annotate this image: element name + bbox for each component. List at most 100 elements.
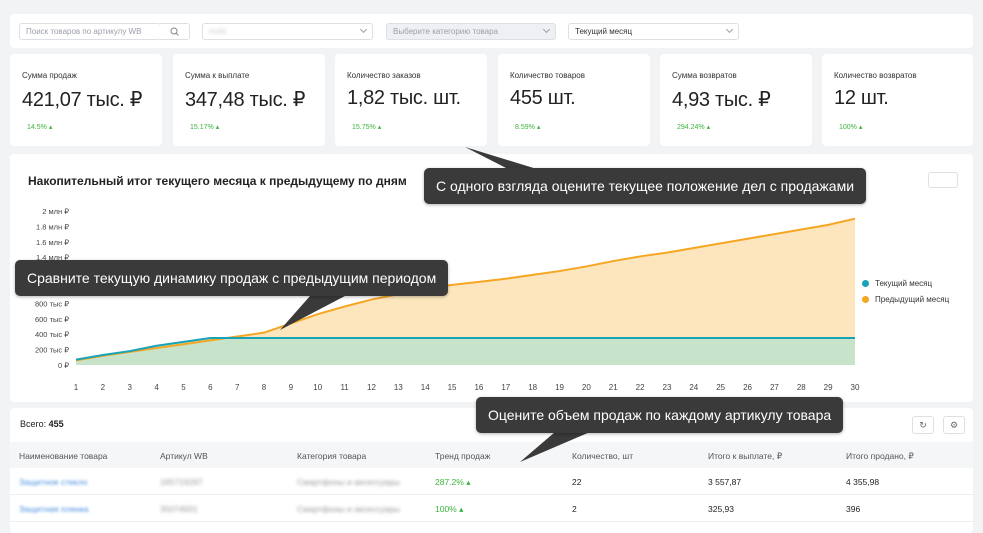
period-select-value: Текущий месяц <box>575 27 633 36</box>
kpi-change: 8.59% ▴ <box>515 124 541 131</box>
sold-cell: 4 355,98 <box>846 477 880 487</box>
arrow-up-icon: ▴ <box>858 124 863 131</box>
x-tick-label: 25 <box>716 383 725 392</box>
chevron-down-icon <box>725 25 734 34</box>
table-row[interactable]: Защитное стекло 165719297 Смартфоны и ак… <box>10 468 973 495</box>
table-header: Наименование товара Артикул WB Категория… <box>10 442 973 468</box>
category-placeholder: Выберите категорию товара <box>393 27 499 36</box>
sold-cell: 396 <box>846 504 861 514</box>
x-tick-label: 20 <box>582 383 591 392</box>
payout-cell: 3 557,87 <box>708 477 742 487</box>
x-tick-label: 21 <box>609 383 618 392</box>
y-tick-label: 0 ₽ <box>58 361 69 370</box>
arrow-up-icon: ▴ <box>215 124 220 131</box>
search-input[interactable]: Поиск товаров по артикулу WB <box>19 23 161 40</box>
x-tick-label: 10 <box>313 383 322 392</box>
kpi-label: Сумма продаж <box>22 71 77 80</box>
kpi-card-payout: Сумма к выплате 347,48 тыс. ₽ 15.17% ▴ <box>173 54 325 146</box>
kpi-value: 421,07 тыс. ₽ <box>22 89 143 111</box>
column-header[interactable]: Итого продано, ₽ <box>846 451 914 462</box>
column-header[interactable]: Итого к выплате, ₽ <box>708 451 782 462</box>
x-tick-label: 17 <box>501 383 510 392</box>
x-tick-label: 30 <box>851 383 860 392</box>
x-tick-label: 2 <box>101 383 106 392</box>
y-tick-label: 200 тыс ₽ <box>35 346 69 355</box>
x-tick-label: 24 <box>689 383 698 392</box>
kpi-label: Количество заказов <box>347 71 421 80</box>
kpi-value: 12 шт. <box>834 87 889 109</box>
x-tick-label: 11 <box>340 383 349 392</box>
column-header[interactable]: Артикул WB <box>160 451 208 461</box>
legend-label: Предыдущий месяц <box>875 295 950 304</box>
kpi-label: Количество возвратов <box>834 71 917 80</box>
legend-item-previous[interactable]: Предыдущий месяц <box>862 295 949 304</box>
x-tick-label: 19 <box>555 383 564 392</box>
category-cell: Смартфоны и аксессуары <box>297 504 400 514</box>
kpi-label: Сумма возвратов <box>672 71 737 80</box>
product-name-link[interactable]: Защитное стекло <box>19 477 87 487</box>
kpi-card-returns-count: Количество возвратов 12 шт. 100% ▴ <box>822 54 973 146</box>
y-tick-label: 1.6 млн ₽ <box>36 238 69 247</box>
arrow-up-icon: ▴ <box>706 124 711 131</box>
total-count: Всего: 455 <box>20 419 64 429</box>
article-cell: 165719297 <box>160 477 203 487</box>
x-tick-label: 16 <box>474 383 483 392</box>
kpi-value: 4,93 тыс. ₽ <box>672 89 771 111</box>
category-select[interactable]: Выберите категорию товара <box>386 23 556 40</box>
x-tick-label: 1 <box>74 383 79 392</box>
chevron-down-icon <box>542 25 551 34</box>
search-button[interactable] <box>160 23 190 40</box>
kpi-value: 1,82 тыс. шт. <box>347 87 461 109</box>
x-tick-label: 4 <box>154 383 159 392</box>
x-tick-label: 28 <box>797 383 806 392</box>
store-select[interactable]: mobi <box>202 23 373 40</box>
x-tick-label: 14 <box>421 383 430 392</box>
kpi-card-products: Количество товаров 455 шт. 8.59% ▴ <box>498 54 650 146</box>
x-tick-label: 6 <box>208 383 213 392</box>
tooltip-dynamics: Сравните текущую динамику продаж с преды… <box>15 260 449 296</box>
payout-cell: 325,93 <box>708 504 734 514</box>
filter-bar: Поиск товаров по артикулу WB mobi Выбери… <box>10 14 973 48</box>
qty-cell: 22 <box>572 477 582 487</box>
kpi-change: 294.24% ▴ <box>677 124 711 131</box>
x-tick-label: 29 <box>824 383 833 392</box>
category-cell: Смартфоны и аксессуары <box>297 477 400 487</box>
y-tick-label: 2 млн ₽ <box>42 207 69 216</box>
y-tick-label: 800 тыс ₽ <box>35 299 69 308</box>
x-tick-label: 27 <box>770 383 779 392</box>
x-tick-label: 22 <box>636 383 645 392</box>
kpi-change: 15.17% ▴ <box>190 124 220 131</box>
tooltip-per-article: Оцените объем продаж по каждому артикулу… <box>476 397 844 433</box>
article-cell: 35074931 <box>160 504 198 514</box>
search-placeholder: Поиск товаров по артикулу WB <box>26 27 142 36</box>
column-header[interactable]: Тренд продаж <box>435 451 490 461</box>
table-settings-button[interactable]: ⚙ <box>943 416 965 434</box>
arrow-up-icon: ▴ <box>536 124 541 131</box>
store-select-value: mobi <box>209 27 227 36</box>
table-row[interactable]: Защитная пленка 35074931 Смартфоны и акс… <box>10 495 973 522</box>
x-tick-label: 23 <box>663 383 672 392</box>
kpi-change: 15.75% ▴ <box>352 124 382 131</box>
x-tick-label: 15 <box>448 383 457 392</box>
legend-dot-icon <box>862 296 869 303</box>
chart-legend: Текущий месяц Предыдущий месяц <box>862 279 949 311</box>
product-name-link[interactable]: Защитная пленка <box>19 504 89 514</box>
refresh-icon: ↻ <box>919 420 927 430</box>
trend-cell: 287.2% ▴ <box>435 477 471 487</box>
qty-cell: 2 <box>572 504 577 514</box>
refresh-button[interactable]: ↻ <box>912 416 934 434</box>
period-select[interactable]: Текущий месяц <box>568 23 739 40</box>
search-icon <box>170 27 179 36</box>
chevron-down-icon <box>359 25 368 34</box>
column-header[interactable]: Количество, шт <box>572 451 633 461</box>
kpi-label: Сумма к выплате <box>185 71 250 80</box>
column-header[interactable]: Категория товара <box>297 451 366 461</box>
x-tick-label: 9 <box>289 383 294 392</box>
x-tick-label: 18 <box>528 383 537 392</box>
kpi-value: 455 шт. <box>510 87 576 109</box>
legend-label: Текущий месяц <box>875 279 933 288</box>
y-tick-label: 600 тыс ₽ <box>35 315 69 324</box>
legend-item-current[interactable]: Текущий месяц <box>862 279 949 288</box>
column-header[interactable]: Наименование товара <box>19 451 107 461</box>
arrow-up-icon: ▴ <box>466 477 471 487</box>
